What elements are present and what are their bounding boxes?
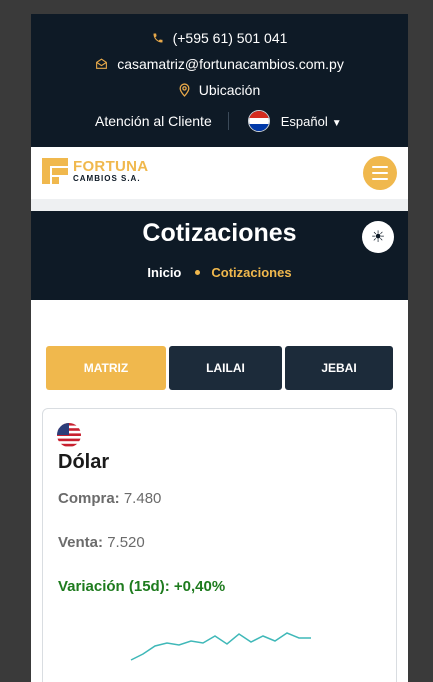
breadcrumb-home[interactable]: Inicio: [147, 265, 181, 280]
header-gap: [31, 199, 408, 211]
support-link[interactable]: Atención al Cliente: [95, 113, 212, 129]
theme-toggle-button[interactable]: ☀: [362, 221, 394, 253]
logo-mark-icon: [42, 158, 68, 184]
variation-text: Variación (15d): +0,40%: [58, 578, 226, 595]
tab-matriz[interactable]: MATRIZ: [46, 346, 166, 390]
mobile-viewport: (+595 61) 501 041 casamatriz@fortunacamb…: [31, 14, 408, 682]
logo-subtitle: CAMBIOS S.A.: [73, 173, 141, 183]
breadcrumb-current: Cotizaciones: [211, 265, 292, 280]
currency-card: Dólar Compra: 7.480 Venta: 7.520 Variaci…: [42, 408, 397, 682]
branch-tabs: MATRIZ LAILAI JEBAI: [46, 346, 393, 390]
sell-label: Venta:: [58, 534, 104, 551]
usa-flag-icon: [57, 423, 81, 447]
top-contact-bar: (+595 61) 501 041 casamatriz@fortunacamb…: [31, 14, 408, 147]
sell-value: 7.520: [107, 534, 145, 551]
buy-label: Compra:: [58, 490, 120, 507]
email-link[interactable]: casamatriz@fortunacambios.com.py: [31, 56, 408, 72]
sun-icon: ☀: [370, 229, 386, 246]
breadcrumb: Inicio Cotizaciones: [31, 265, 408, 280]
currency-name: Dólar: [58, 451, 110, 473]
menu-icon[interactable]: [363, 156, 397, 190]
tab-lailai[interactable]: LAILAI: [169, 346, 282, 390]
language-selector[interactable]: Español ▼: [281, 114, 342, 129]
page-title: Cotizaciones: [142, 219, 297, 247]
email-text: casamatriz@fortunacambios.com.py: [117, 56, 344, 72]
chevron-down-icon: ▼: [331, 117, 342, 129]
location-link[interactable]: Ubicación: [31, 82, 408, 98]
mail-icon: [95, 58, 108, 70]
logo[interactable]: FORTUNA CAMBIOS S.A.: [42, 158, 148, 184]
breadcrumb-separator: [195, 270, 201, 275]
site-header: FORTUNA CAMBIOS S.A.: [31, 147, 408, 199]
location-icon: [179, 83, 190, 97]
sparkline-line: [130, 632, 311, 661]
tab-jebai[interactable]: JEBAI: [285, 346, 393, 390]
divider: [227, 112, 229, 130]
phone-icon: [152, 32, 164, 44]
buy-value: 7.480: [123, 490, 162, 507]
location-text: Ubicación: [198, 82, 261, 98]
phone-text: (+595 61) 501 041: [172, 30, 288, 46]
sell-rate: Venta: 7.520: [58, 534, 145, 551]
logo-name: FORTUNA: [73, 157, 149, 175]
buy-rate: Compra: 7.480: [58, 490, 161, 507]
sparkline-chart: [130, 632, 311, 661]
paraguay-flag-icon: [247, 110, 270, 132]
phone-link[interactable]: (+595 61) 501 041: [31, 30, 408, 46]
support-language-row: Atención al Cliente Español ▼: [31, 110, 408, 132]
page-banner: Cotizaciones Inicio Cotizaciones ☀: [31, 211, 408, 300]
language-label: Español: [280, 113, 328, 129]
